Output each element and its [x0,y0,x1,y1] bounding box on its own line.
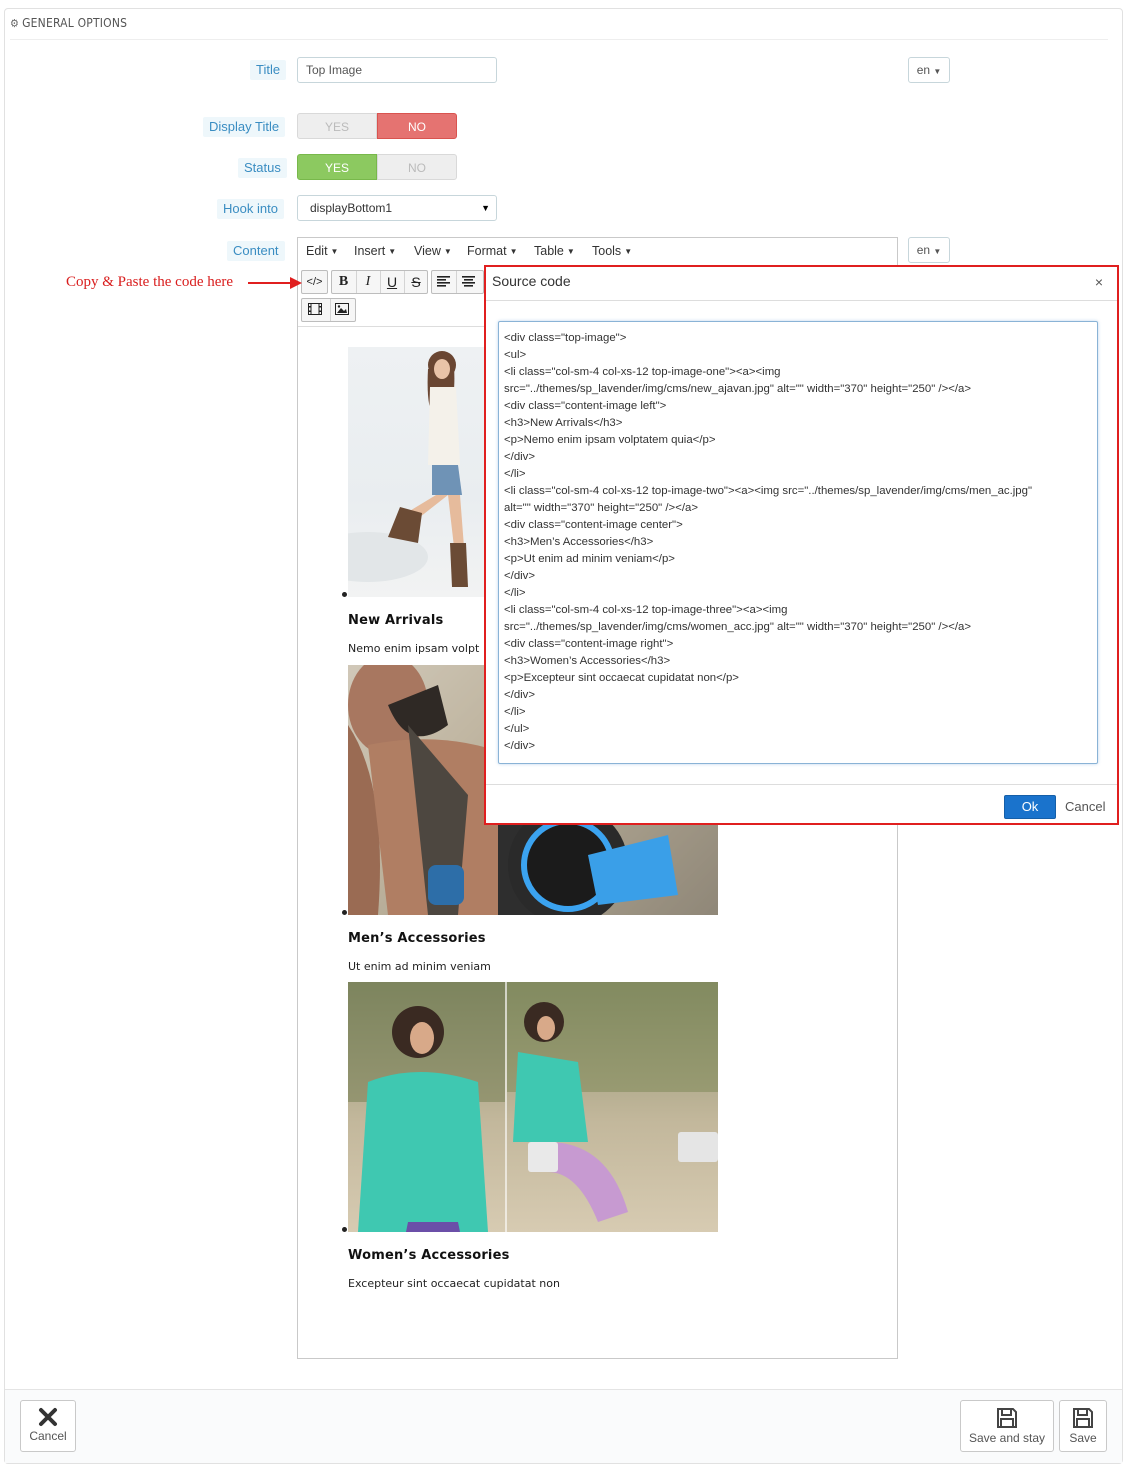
toolbar-group-source: </> [301,270,328,294]
status-yes[interactable]: YES [297,154,377,180]
save-button[interactable]: Save [1059,1400,1107,1452]
menu-edit-label: Edit [306,244,328,258]
display-title-no[interactable]: NO [377,113,457,139]
mens-accessories-heading: Men’s Accessories [348,931,486,946]
source-code-modal: Source code × <div class="top-image"> <u… [484,265,1119,825]
panel-heading: ⚙ GENERAL OPTIONS [10,8,1108,40]
womens-accessories-text: Excepteur sint occaecat cupidatat non [348,1277,560,1290]
menu-table[interactable]: Table ▼ [534,244,575,258]
menu-edit[interactable]: Edit ▼ [306,244,338,258]
cancel-button-label: Cancel [29,1429,67,1443]
italic-icon[interactable]: I [356,271,379,293]
womens-accessories-image [348,982,718,1232]
list-bullet [342,1227,347,1232]
panel-footer: Cancel Save and stay Save [5,1389,1122,1463]
menu-insert[interactable]: Insert ▼ [354,244,396,258]
toolbar-group-format: B I U S [331,270,428,294]
cancel-button[interactable]: Cancel [20,1400,76,1452]
video-icon[interactable] [303,299,326,321]
display-title-yes[interactable]: YES [297,113,377,139]
list-bullet [342,910,347,915]
menu-format-label: Format [467,244,507,258]
copy-paste-annotation: Copy & Paste the code here [66,274,234,290]
new-arrivals-image [348,347,484,597]
caret-down-icon: ▼ [481,203,490,213]
content-label: Content [227,241,285,261]
caret-down-icon: ▼ [443,247,452,256]
title-input[interactable]: Top Image [297,57,497,83]
display-title-switch[interactable]: YES NO [297,113,457,139]
display-title-label: Display Title [203,117,286,137]
caret-down-icon: ▼ [509,247,518,256]
title-lang-button[interactable]: en ▼ [908,57,950,83]
align-center-icon[interactable] [456,271,479,293]
strikethrough-icon[interactable]: S [404,271,427,293]
title-label: Title [250,60,287,80]
new-arrivals-heading: New Arrivals [348,613,444,628]
content-lang-button[interactable]: en ▼ [908,237,950,263]
menu-tools[interactable]: Tools ▼ [592,244,632,258]
caret-down-icon: ▼ [933,247,942,256]
save-and-stay-label: Save and stay [968,1431,1046,1445]
menu-format[interactable]: Format ▼ [467,244,518,258]
menu-tools-label: Tools [592,244,622,258]
menu-insert-label: Insert [354,244,386,258]
caret-down-icon: ▼ [566,247,575,256]
content-lang-label: en [916,243,931,257]
menu-view[interactable]: View ▼ [414,244,452,258]
status-no[interactable]: NO [377,154,457,180]
close-icon[interactable]: × [1095,274,1103,290]
bold-icon[interactable]: B [332,271,355,293]
gears-icon: ⚙ [10,17,20,30]
menu-view-label: View [414,244,441,258]
panel-heading-text: GENERAL OPTIONS [22,16,128,30]
modal-divider [486,784,1117,785]
close-icon [39,1408,57,1426]
hook-into-label: Hook into [217,199,284,219]
source-code-textarea[interactable]: <div class="top-image"> <ul> <li class="… [498,321,1098,764]
align-left-icon[interactable] [432,271,455,293]
source-code-icon[interactable]: </> [303,271,326,293]
list-bullet [342,592,347,597]
modal-cancel-button[interactable]: Cancel [1065,799,1105,814]
new-arrivals-text: Nemo enim ipsam volpt [348,642,480,655]
save-button-label: Save [1069,1431,1097,1445]
mens-accessories-text: Ut enim ad minim veniam [348,960,491,973]
save-and-stay-button[interactable]: Save and stay [960,1400,1054,1452]
caret-down-icon: ▼ [330,247,339,256]
toolbar-group-align [431,270,484,294]
hook-into-select[interactable]: displayBottom1 ▼ [297,195,497,221]
editor-menubar: Edit ▼ Insert ▼ View ▼ Format ▼ Table ▼ Tools… [298,238,897,266]
modal-title: Source code [492,273,571,289]
menu-table-label: Table [534,244,564,258]
save-icon [997,1408,1017,1428]
arrow-right-icon [248,277,302,289]
womens-accessories-heading: Women’s Accessories [348,1248,510,1263]
title-lang-label: en [916,63,931,77]
save-icon [1073,1408,1093,1428]
caret-down-icon: ▼ [933,67,942,76]
caret-down-icon: ▼ [624,247,633,256]
caret-down-icon: ▼ [388,247,397,256]
modal-divider [486,300,1117,301]
status-switch[interactable]: YES NO [297,154,457,180]
image-icon[interactable] [330,299,353,321]
underline-icon[interactable]: U [380,271,403,293]
hook-into-value: displayBottom1 [310,201,393,215]
ok-button[interactable]: Ok [1004,795,1056,819]
toolbar-group-media [301,298,356,322]
status-label: Status [238,158,287,178]
